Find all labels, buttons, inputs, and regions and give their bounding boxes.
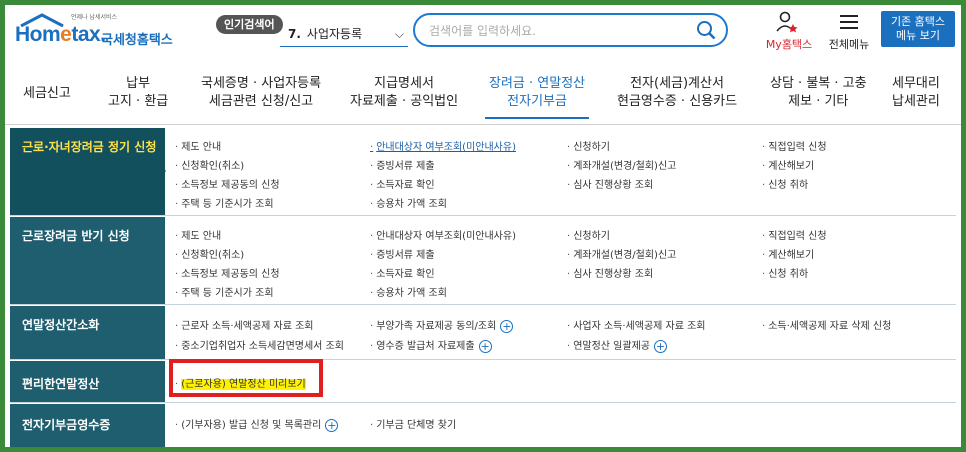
menu-link[interactable]: 주택 등 기준시가 조회 [175, 284, 273, 299]
old-menu-line2: 메뉴 보기 [896, 29, 940, 42]
active-pointer [160, 165, 166, 177]
menu-link[interactable]: 소득자료 확인 [370, 265, 434, 280]
section-title[interactable]: 전자기부금영수증 [10, 404, 165, 447]
all-menu-button[interactable]: 전체메뉴 [822, 11, 872, 51]
menu-link[interactable]: 증빙서류 제출 [370, 246, 434, 261]
plus-circle-icon[interactable]: + [478, 339, 492, 353]
logo-tagline: 언제나 납세서비스 [71, 14, 118, 21]
menu-link[interactable]: 심사 진행상황 조회 [567, 176, 653, 191]
menu-link[interactable]: 소득·세액공제 자료 삭제 신청 [762, 317, 891, 332]
search-icon[interactable] [696, 20, 716, 40]
search-input[interactable]: 검색어를 입력하세요. [413, 13, 728, 47]
section-title[interactable]: 근로·자녀장려금 정기 신청 [10, 128, 165, 215]
chevron-down-icon: ⌵ [394, 27, 404, 41]
menu-link[interactable]: 신청 취하 [762, 176, 808, 191]
search-placeholder: 검색어를 입력하세요. [429, 24, 536, 38]
menu-link[interactable]: 증빙서류 제출 [370, 157, 434, 172]
menu-link[interactable]: 직접입력 신청 [762, 227, 826, 242]
menu-link[interactable]: (기부자용) 발급 신청 및 목록관리+ [175, 416, 339, 432]
menu-link[interactable]: 근로자 소득·세액공제 자료 조회 [175, 317, 313, 332]
menu-link[interactable]: 계좌개설(변경/철회)신고 [567, 157, 676, 172]
menu-link[interactable]: 신청 취하 [762, 265, 808, 280]
menu-link[interactable]: 사업자 소득·세액공제 자료 조회 [567, 317, 705, 332]
menu-link[interactable]: 중소기업취업자 소득세감면명세서 조회 [175, 337, 344, 352]
section-title[interactable]: 연말정산간소화 [10, 306, 165, 359]
menu-link[interactable]: 소득자료 확인 [370, 176, 434, 191]
menu-link[interactable]: 계산해보기 [762, 246, 814, 261]
logo-korean: 국세청홈택스 [101, 33, 173, 48]
nav-tax-return[interactable]: 세금신고 [23, 85, 71, 103]
menu-link[interactable]: 소득정보 제공동의 신청 [175, 265, 279, 280]
menu-link[interactable]: 신청확인(취소) [175, 246, 244, 261]
plus-circle-icon[interactable]: + [500, 319, 514, 333]
nav-consultation[interactable]: 상담 · 불복 · 고충 제보 · 기타 [770, 75, 867, 111]
popular-search-rank: 7. [288, 27, 301, 41]
hamburger-icon [840, 15, 858, 29]
hometax-logo[interactable]: 언제나 납세서비스 Hometax. 국세청홈택스 [13, 11, 178, 51]
popular-search-label: 인기검색어 [216, 15, 283, 34]
user-icon [776, 11, 798, 33]
menu-link[interactable]: 신청하기 [567, 227, 610, 242]
menu-link[interactable]: 심사 진행상황 조회 [567, 265, 653, 280]
menu-link[interactable]: 연말정산 일괄제공+ [567, 337, 667, 353]
outer-frame: 언제나 납세서비스 Hometax. 국세청홈택스 인기검색어 7. 사업자등록 … [0, 0, 966, 452]
nav-tax-agent[interactable]: 세무대리 납세관리 [892, 75, 940, 111]
menu-link[interactable]: 영수증 발급처 자료제출+ [370, 337, 492, 353]
section-easy: 편리한연말정산 [10, 361, 956, 403]
menu-link[interactable]: 계좌개설(변경/철회)신고 [567, 246, 676, 261]
all-menu-label: 전체메뉴 [828, 38, 870, 51]
menu-link[interactable]: 주택 등 기준시가 조회 [175, 195, 273, 210]
menu-link[interactable]: 기부금 단체명 찾기 [370, 416, 456, 431]
menu-link[interactable]: 신청확인(취소) [175, 157, 244, 172]
popular-search-value: 사업자등록 [306, 27, 363, 41]
plus-circle-icon[interactable]: + [653, 339, 667, 353]
section-title[interactable]: 근로장려금 반기 신청 [10, 217, 165, 304]
menu-link[interactable]: 안내대상자 여부조회(미안내사유) [370, 227, 516, 242]
nav-certificates[interactable]: 국세증명 · 사업자등록 세금관련 신청/신고 [201, 75, 321, 111]
old-menu-line1: 기존 홈택스 [890, 15, 946, 28]
old-hometax-menu-button[interactable]: 기존 홈택스 메뉴 보기 [881, 11, 955, 47]
menu-link[interactable]: 승용차 가액 조회 [370, 284, 447, 299]
my-hometax-button[interactable]: My홈택스 [761, 11, 812, 51]
nav-incentive-yearend[interactable]: 장려금 · 연말정산 전자기부금 [484, 75, 590, 119]
nav-e-invoice[interactable]: 전자(세금)계산서 현금영수증 · 신용카드 [617, 75, 737, 111]
highlight-box [169, 359, 323, 397]
header: 언제나 납세서비스 Hometax. 국세청홈택스 인기검색어 7. 사업자등록 … [5, 5, 961, 57]
menu-link[interactable]: 소득정보 제공동의 신청 [175, 176, 279, 191]
nav-payment[interactable]: 납부 고지 · 환급 [108, 75, 168, 111]
section-donation: 전자기부금영수증 [10, 404, 956, 447]
menu-link[interactable]: 안내대상자 여부조회(미안내사유) [370, 138, 516, 153]
page: 언제나 납세서비스 Hometax. 국세청홈택스 인기검색어 7. 사업자등록 … [5, 5, 961, 447]
menu-link[interactable]: 승용차 가액 조회 [370, 195, 447, 210]
menu-link[interactable]: 제도 안내 [175, 227, 221, 242]
menu-link[interactable]: 부양가족 자료제공 동의/조회+ [370, 317, 514, 333]
menu-link[interactable]: 제도 안내 [175, 138, 221, 153]
nav-payment-statement[interactable]: 지급명세서 자료제출 · 공익법인 [350, 75, 458, 111]
plus-circle-icon[interactable]: + [325, 418, 339, 432]
menu-link[interactable]: 신청하기 [567, 138, 610, 153]
menu-link[interactable]: 계산해보기 [762, 157, 814, 172]
section-title[interactable]: 편리한연말정산 [10, 361, 165, 402]
my-hometax-label: My홈택스 [765, 38, 813, 51]
popular-search-dropdown[interactable]: 7. 사업자등록 ⌵ [280, 21, 408, 47]
logo-wordmark: Hometax. [15, 23, 106, 46]
main-nav: 세금신고 납부 고지 · 환급 국세증명 · 사업자등록 세금관련 신청/신고 지급… [5, 65, 961, 125]
menu-link[interactable]: 직접입력 신청 [762, 138, 826, 153]
